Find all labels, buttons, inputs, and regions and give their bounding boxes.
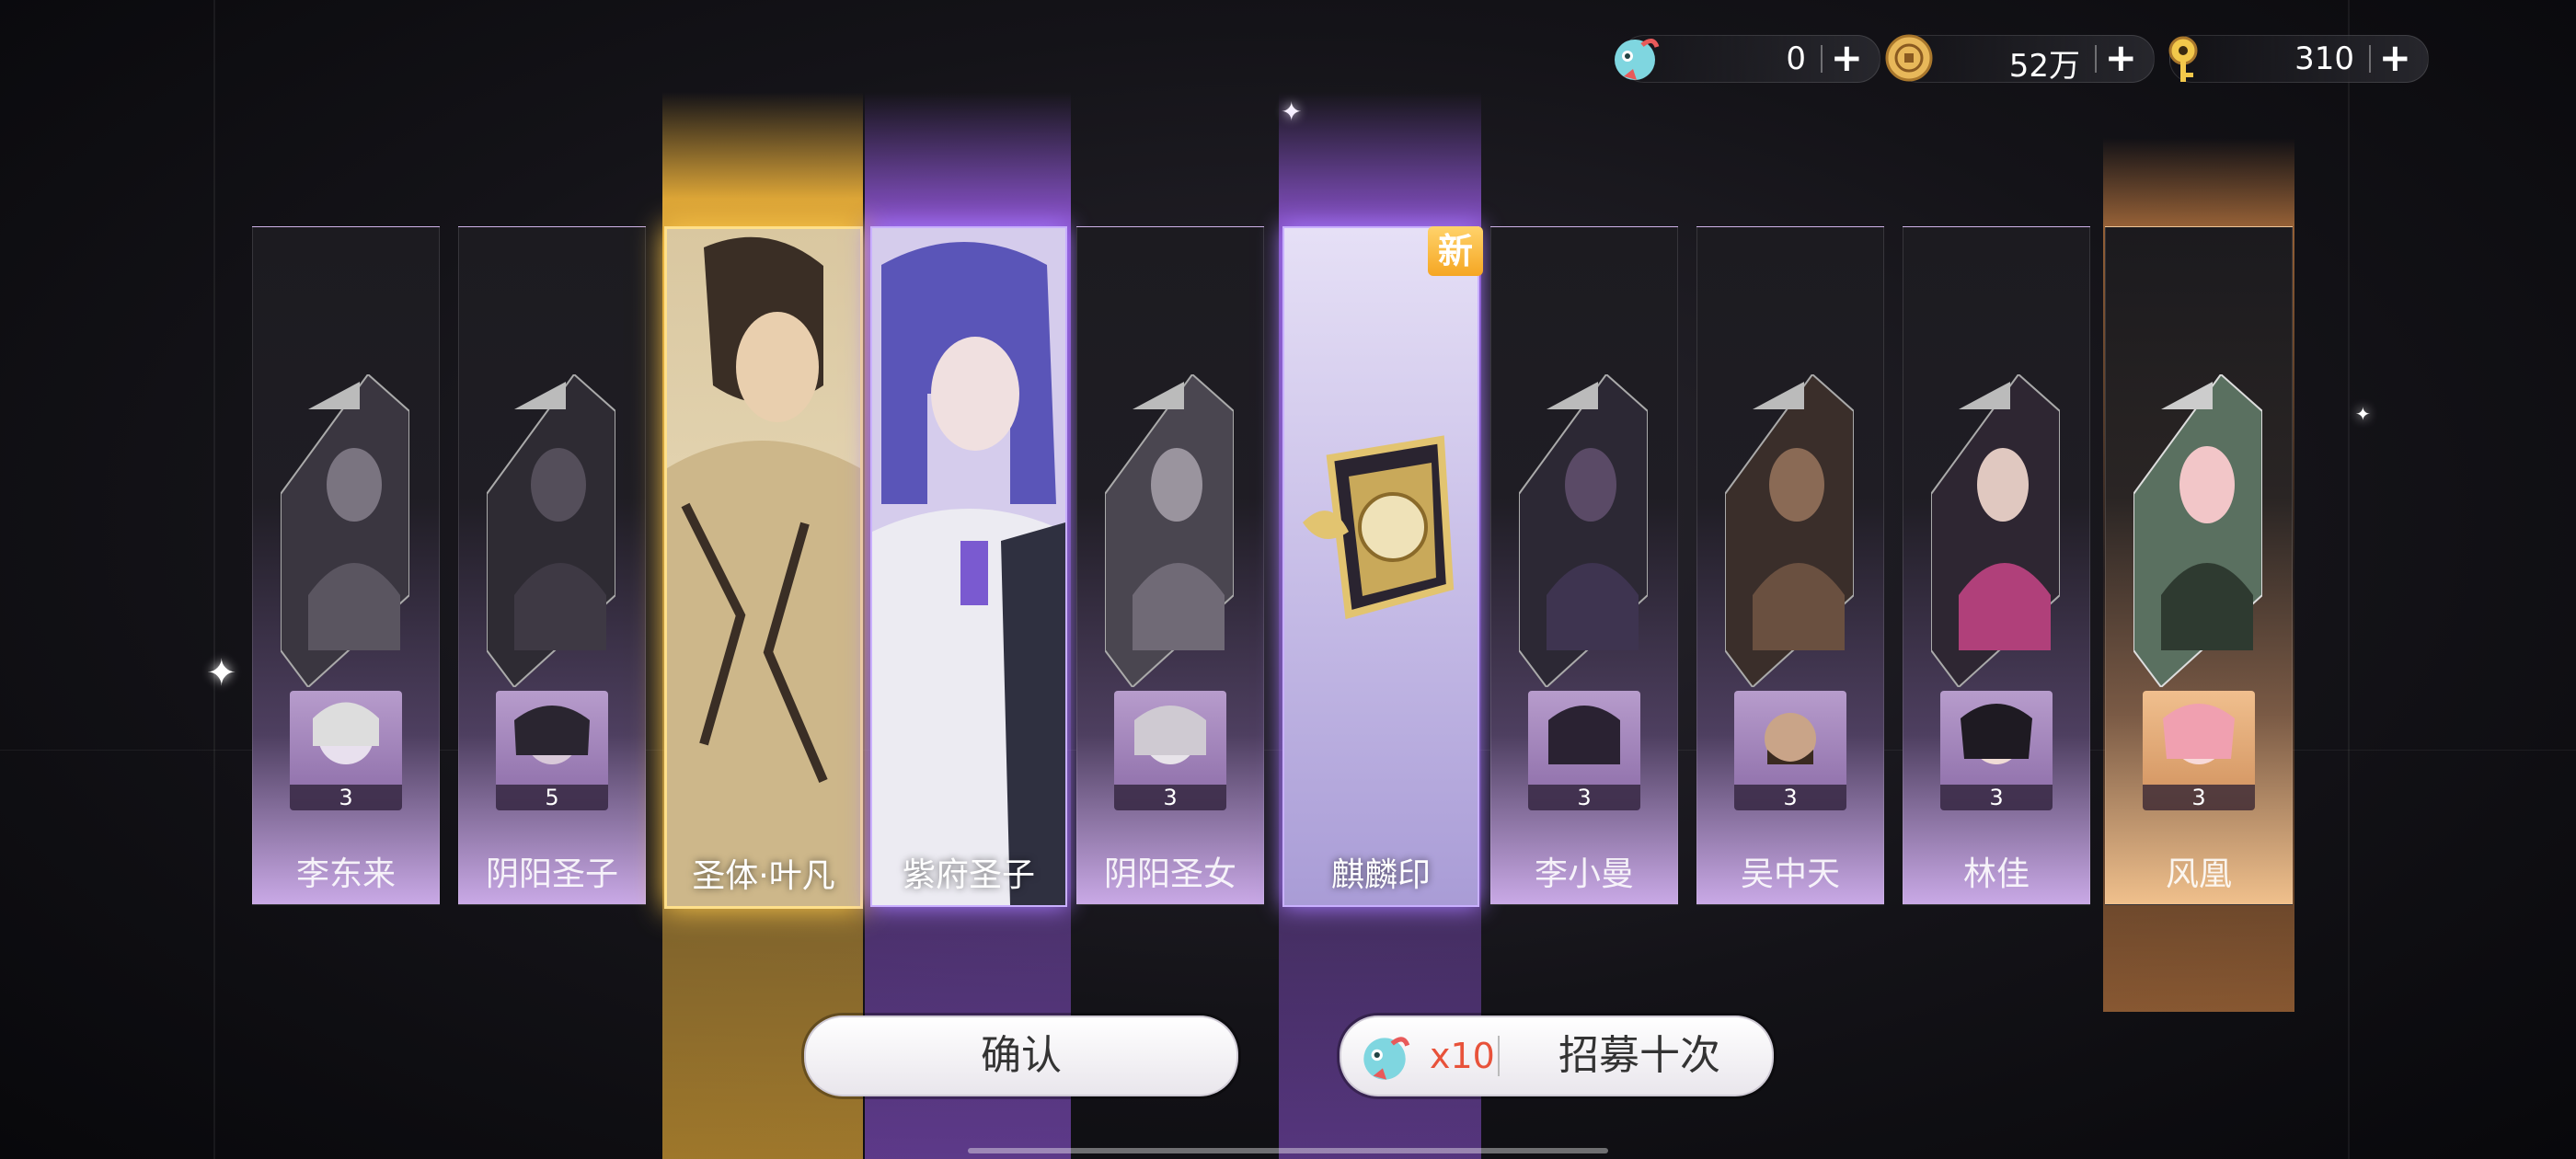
gold-coin-icon [1885, 34, 1933, 82]
recruit-ten-button[interactable]: x10 招募十次 [1340, 1016, 1774, 1096]
character-name: 圣体·叶凡 [692, 857, 835, 895]
result-card[interactable]: 3 林佳 [1903, 226, 2090, 905]
currency-fish-token: 0 + [1615, 35, 1880, 83]
new-badge: 新 [1428, 226, 1483, 276]
character-name: 紫府圣子 [902, 856, 1035, 894]
sparkle-icon: ✦ [2355, 403, 2371, 425]
play-arrow-icon [1959, 382, 2010, 409]
bg-vertical-line [2348, 0, 2350, 1159]
seal-item-icon [1303, 435, 1455, 620]
divider [2095, 45, 2097, 73]
home-indicator [968, 1148, 1608, 1153]
avatar: 3 [2143, 691, 2255, 810]
result-card[interactable]: 3 李东来 [252, 226, 440, 905]
character-name: 风凰 [2165, 855, 2232, 893]
play-arrow-icon [1547, 382, 1598, 409]
divider [1821, 45, 1823, 73]
golden-key-icon [2168, 36, 2198, 82]
duplicate-count: 3 [290, 785, 402, 810]
currency-value: 52万 [2008, 48, 2080, 85]
item-name: 麒麟印 [1330, 856, 1431, 894]
confirm-label: 确认 [981, 1032, 1062, 1079]
duplicate-count: 3 [1528, 785, 1640, 810]
currency-gold-coin: 52万 + [1885, 34, 2155, 85]
play-arrow-icon [1133, 382, 1184, 409]
result-card[interactable]: 5 阴阳圣子 [458, 226, 646, 905]
duplicate-count: 3 [2143, 785, 2255, 810]
character-art-icon [872, 228, 1065, 905]
avatar: 3 [1114, 691, 1226, 810]
duplicate-count: 3 [1734, 785, 1846, 810]
duplicate-count: 3 [1114, 785, 1226, 810]
confirm-button[interactable]: 确认 [804, 1016, 1238, 1096]
currency-value: 310 [2294, 40, 2354, 77]
sparkle-icon: ✦ [206, 652, 237, 694]
bg-vertical-line [213, 0, 215, 1159]
avatar: 3 [1528, 691, 1640, 810]
currency-golden-key: 310 + [2168, 35, 2429, 83]
character-name: 阴阳圣女 [1103, 855, 1236, 893]
divider [2369, 45, 2371, 73]
result-card-featured[interactable]: 麒麟印 [1282, 226, 1479, 907]
character-name: 林佳 [1962, 855, 2030, 893]
result-card[interactable]: 3 吴中天 [1696, 226, 1884, 905]
add-currency-button[interactable]: + [2379, 39, 2411, 77]
fish-token-icon [1363, 1037, 1410, 1080]
duplicate-count: 5 [496, 785, 608, 810]
character-name: 李东来 [295, 855, 396, 893]
fish-token-icon [1615, 39, 1660, 80]
result-card[interactable]: 3 李小曼 [1490, 226, 1678, 905]
avatar: 3 [1940, 691, 2053, 810]
add-currency-button[interactable]: + [2105, 39, 2137, 77]
play-arrow-icon [2161, 382, 2213, 409]
recruit-label: 招募十次 [1558, 1032, 1720, 1079]
recruit-cost: x10 [1430, 1036, 1495, 1076]
avatar: 3 [290, 691, 402, 810]
avatar: 3 [1734, 691, 1846, 810]
avatar: 5 [496, 691, 608, 810]
play-arrow-icon [1753, 382, 1804, 409]
add-currency-button[interactable]: + [1831, 39, 1863, 77]
result-card-featured[interactable]: 圣体·叶凡 [664, 226, 863, 909]
character-name: 李小曼 [1534, 855, 1634, 893]
currency-value: 0 [1786, 40, 1806, 77]
result-card-featured[interactable]: 紫府圣子 [870, 226, 1067, 907]
play-arrow-icon [308, 382, 360, 409]
result-card[interactable]: 3 阴阳圣女 [1076, 226, 1264, 905]
divider [1498, 1036, 1500, 1076]
character-name: 吴中天 [1740, 855, 1840, 893]
play-arrow-icon [514, 382, 566, 409]
result-card[interactable]: 3 风凰 [2105, 226, 2293, 905]
character-art-icon [667, 229, 860, 906]
duplicate-count: 3 [1940, 785, 2053, 810]
character-name: 阴阳圣子 [485, 855, 618, 893]
